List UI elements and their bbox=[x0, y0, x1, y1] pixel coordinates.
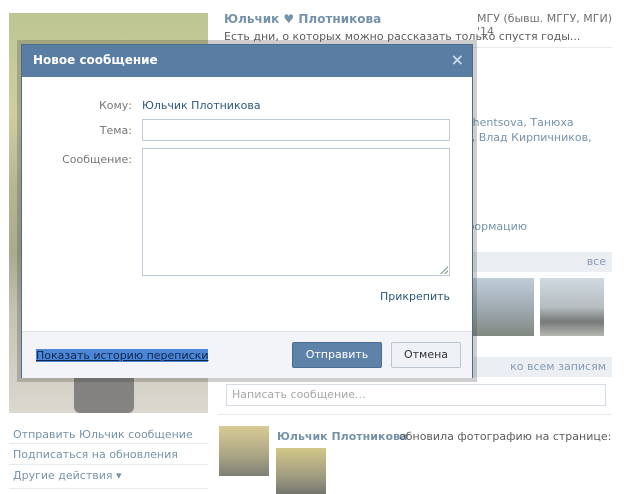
subject-label: Тема: bbox=[99, 124, 132, 137]
cancel-button[interactable]: Отмена bbox=[391, 342, 461, 368]
subject-input[interactable] bbox=[142, 119, 450, 141]
resize-grip-icon[interactable] bbox=[440, 266, 448, 274]
message-label: Сообщение: bbox=[62, 153, 132, 166]
send-button[interactable]: Отправить bbox=[292, 342, 382, 368]
to-label: Кому: bbox=[98, 99, 132, 112]
close-icon[interactable]: × bbox=[451, 50, 464, 69]
message-textarea[interactable] bbox=[142, 148, 450, 276]
attach-link[interactable]: Прикрепить bbox=[380, 290, 450, 303]
recipient-name[interactable]: Юльчик Плотникова bbox=[142, 99, 261, 112]
new-message-dialog: Новое сообщение × Кому: Юльчик Плотников… bbox=[21, 44, 473, 378]
dialog-footer: Показать историю переписки Отправить Отм… bbox=[22, 331, 472, 378]
dialog-header: Новое сообщение × bbox=[22, 45, 472, 77]
dialog-title: Новое сообщение bbox=[33, 53, 158, 67]
show-history-link[interactable]: Показать историю переписки bbox=[36, 349, 209, 362]
